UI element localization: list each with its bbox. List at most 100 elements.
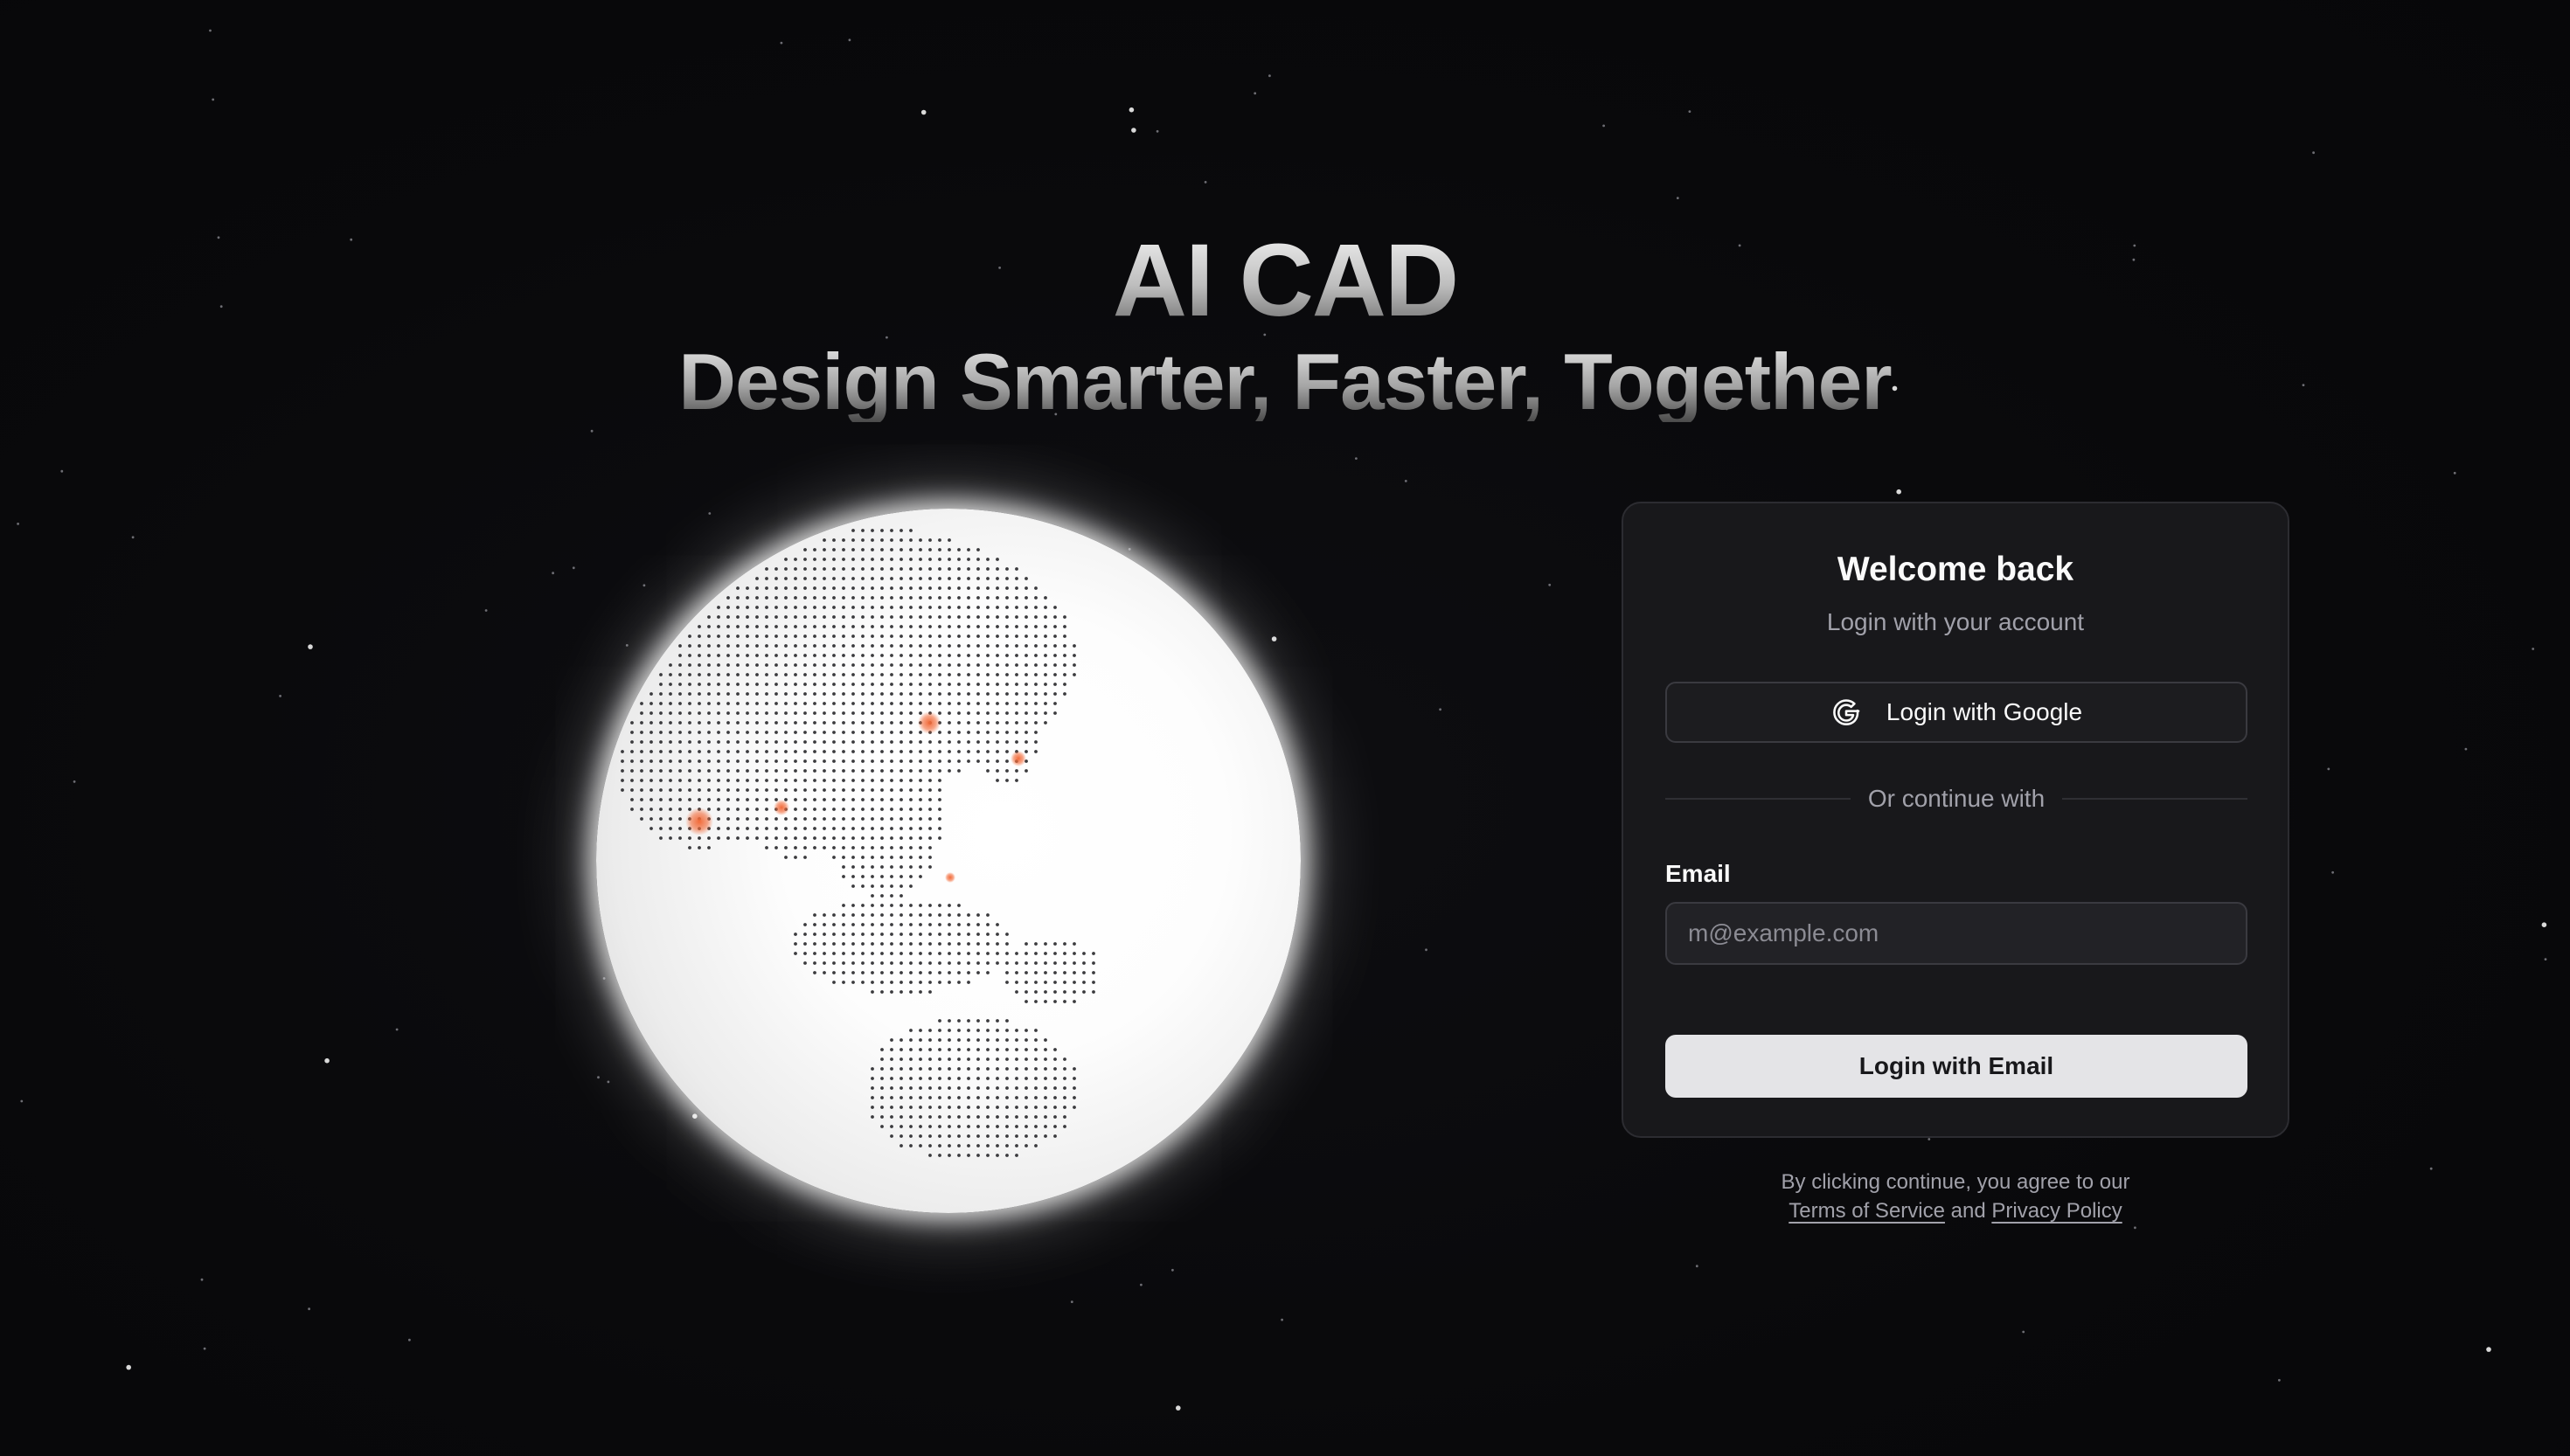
globe-dot <box>823 846 826 849</box>
legal-conjunction: and <box>1950 1199 1986 1223</box>
globe-dot <box>890 577 893 580</box>
globe-dot <box>1034 1057 1038 1061</box>
globe-dot <box>1034 1134 1038 1138</box>
globe-dot <box>909 625 913 628</box>
globe-dot <box>736 663 740 667</box>
globe-dot <box>957 759 961 763</box>
globe-dot <box>726 615 730 619</box>
globe-dot <box>1073 990 1076 994</box>
globe-dot <box>938 971 941 974</box>
globe-dot <box>765 798 768 801</box>
globe-dot <box>909 683 913 686</box>
globe-dot <box>813 702 816 705</box>
globe-dot <box>736 779 740 782</box>
globe-dot <box>813 913 816 917</box>
globe-dot <box>938 634 941 638</box>
globe-dot <box>784 788 788 792</box>
globe-dot <box>1015 721 1018 725</box>
globe-dot <box>669 663 672 667</box>
globe-dot <box>669 673 672 676</box>
globe-dot <box>900 942 903 946</box>
globe-dot <box>1015 740 1018 744</box>
login-with-email-button[interactable]: Login with Email <box>1665 1035 2247 1098</box>
globe-dot <box>726 606 730 609</box>
globe-dot <box>909 1057 913 1061</box>
globe-dot <box>794 634 797 638</box>
globe-dot <box>986 1106 990 1109</box>
globe-dot <box>717 721 720 725</box>
globe-dot <box>1034 1048 1038 1051</box>
globe-dot <box>909 875 913 878</box>
globe-dot <box>823 769 826 773</box>
globe-dot <box>784 596 788 600</box>
email-input[interactable] <box>1665 902 2247 965</box>
globe-dot <box>909 1038 913 1042</box>
globe-dot <box>957 1154 961 1157</box>
globe-dot <box>880 1057 884 1061</box>
globe-dot <box>967 711 970 715</box>
globe-dot <box>1034 1086 1038 1090</box>
globe-dot <box>765 683 768 686</box>
globe-dot <box>678 798 682 801</box>
globe-dot <box>774 673 778 676</box>
globe-dot <box>784 721 788 725</box>
globe-dot <box>1044 1048 1047 1051</box>
star <box>2486 1347 2491 1352</box>
globe-dot <box>832 596 836 600</box>
globe-dot <box>803 923 807 926</box>
globe-dot <box>880 1048 884 1051</box>
globe-dot <box>823 759 826 763</box>
globe-dot <box>1034 1038 1038 1042</box>
star <box>2331 870 2335 874</box>
globe-dot <box>823 673 826 676</box>
globe-dot <box>746 586 749 590</box>
star <box>1268 74 1271 78</box>
globe-dot <box>1034 1096 1038 1099</box>
globe-dot <box>765 846 768 849</box>
globe-dot <box>1092 971 1095 974</box>
globe-dot <box>1073 1096 1076 1099</box>
globe-dot <box>851 798 855 801</box>
globe-dot <box>842 577 845 580</box>
globe-dot <box>996 1115 999 1119</box>
login-with-google-button[interactable]: Login with Google <box>1665 682 2247 743</box>
globe-dot <box>1005 1029 1009 1032</box>
globe-dot <box>919 836 922 840</box>
globe-dot <box>842 875 845 878</box>
globe-dot <box>736 769 740 773</box>
globe-dot <box>851 750 855 753</box>
globe-dot <box>938 692 941 696</box>
globe-dot <box>948 769 951 773</box>
globe-dot <box>1034 1115 1038 1119</box>
globe-dot <box>938 663 941 667</box>
privacy-policy-link[interactable]: Privacy Policy <box>1991 1199 2122 1223</box>
globe-dot <box>900 750 903 753</box>
globe-dot <box>928 654 932 657</box>
globe-dot <box>967 759 970 763</box>
globe-dot <box>803 740 807 744</box>
globe-dot <box>1073 1067 1076 1071</box>
globe-dot <box>948 1077 951 1080</box>
globe-dot <box>880 538 884 542</box>
globe-dot <box>649 702 653 705</box>
globe-dot <box>919 673 922 676</box>
globe-dot <box>967 1077 970 1080</box>
star <box>17 523 19 525</box>
globe-dot <box>726 702 730 705</box>
globe-dot <box>1082 952 1086 955</box>
globe-dot <box>871 692 874 696</box>
terms-of-service-link[interactable]: Terms of Service <box>1789 1199 1945 1223</box>
globe-dot <box>803 952 807 955</box>
globe-dot <box>919 740 922 744</box>
globe-dot <box>678 750 682 753</box>
globe-dot <box>900 779 903 782</box>
globe-dot <box>832 634 836 638</box>
globe-dot <box>707 836 711 840</box>
globe-dot <box>861 884 865 888</box>
globe-dot <box>1005 615 1009 619</box>
globe-dot <box>707 750 711 753</box>
globe-dot <box>890 663 893 667</box>
globe-dot <box>746 779 749 782</box>
globe-dot <box>986 1115 990 1119</box>
globe-dot <box>1044 625 1047 628</box>
